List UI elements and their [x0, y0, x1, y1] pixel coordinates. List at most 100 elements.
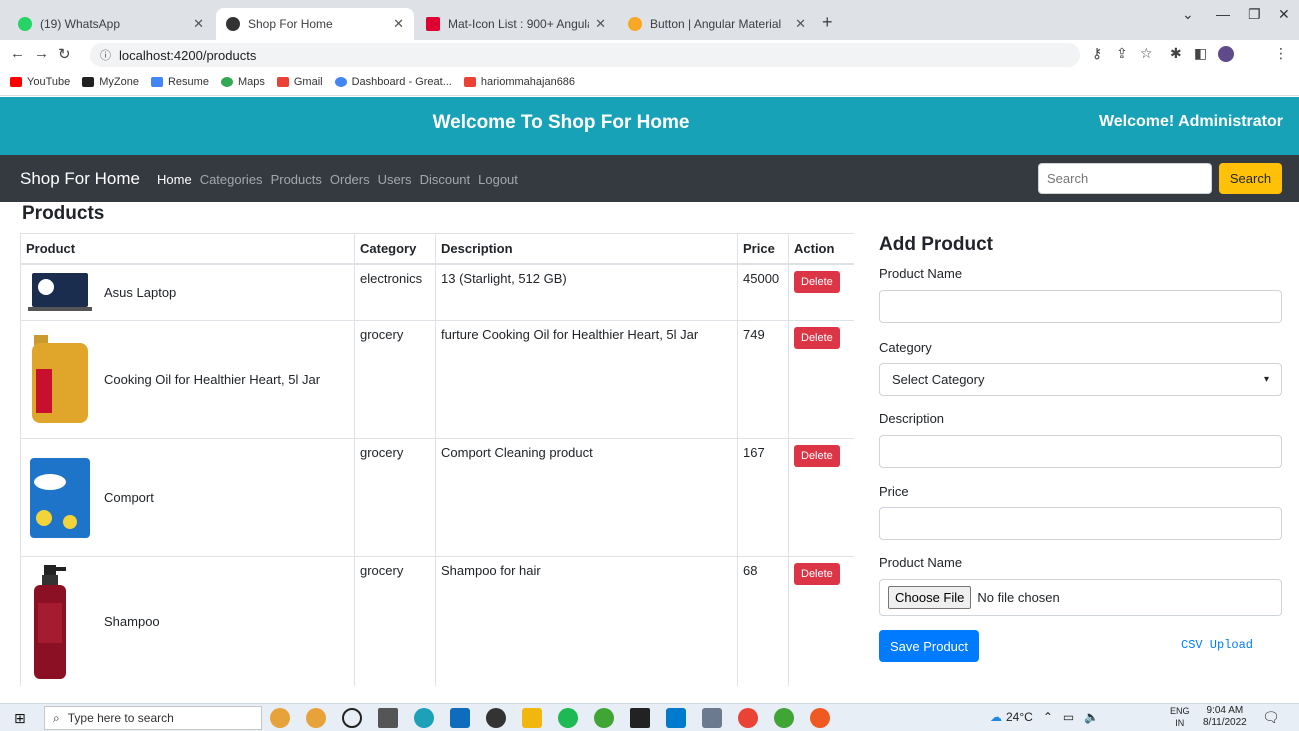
file-explorer-icon[interactable]	[522, 708, 542, 728]
key-icon[interactable]: ⚷	[1092, 45, 1102, 62]
angular-icon	[226, 17, 240, 31]
action-cell: Delete	[788, 263, 854, 321]
delete-button[interactable]: Delete	[794, 444, 840, 467]
taskbar-search[interactable]: ⌕ Type here to search	[44, 706, 262, 730]
cortana-icon[interactable]	[342, 708, 362, 728]
language-indicator[interactable]: ENG IN	[1170, 705, 1190, 729]
notification-icon[interactable]: 🗨	[1262, 709, 1280, 726]
app-icon[interactable]	[774, 708, 794, 728]
nav-categories[interactable]: Categories	[200, 172, 263, 187]
widgets-icon[interactable]	[306, 708, 326, 728]
star-icon[interactable]: ☆	[1140, 45, 1153, 62]
windows-start-icon[interactable]: ⊞	[14, 710, 26, 727]
tab-button-angular-material[interactable]: Button | Angular Material ✕	[618, 8, 816, 40]
chevron-up-icon[interactable]: ⌃	[1043, 710, 1053, 724]
volume-icon[interactable]: 🔈	[1084, 710, 1099, 724]
product-name-input[interactable]	[879, 290, 1282, 323]
nav-discount[interactable]: Discount	[420, 172, 471, 187]
postman-icon[interactable]	[810, 708, 830, 728]
category-cell: grocery	[354, 319, 436, 439]
weather-icon[interactable]: ☁	[990, 710, 1002, 724]
youtube-icon	[10, 76, 22, 87]
temperature[interactable]: 24°C	[1006, 710, 1033, 724]
price-cell: 749	[737, 319, 789, 439]
bookmark-email[interactable]: hariommahajan686	[463, 76, 575, 88]
tab-title: (19) WhatsApp	[40, 17, 121, 31]
bookmark-label: Resume	[167, 75, 209, 88]
edge-icon[interactable]	[414, 708, 434, 728]
nav-users[interactable]: Users	[378, 172, 412, 187]
product-name: Shampoo	[104, 614, 160, 629]
column-header-action: Action	[788, 233, 854, 265]
description-input[interactable]	[879, 435, 1282, 468]
category-select[interactable]: Select Category ▾	[879, 363, 1282, 396]
window-close-icon[interactable]: ✕	[1278, 6, 1290, 23]
close-icon[interactable]: ✕	[595, 16, 606, 32]
close-icon[interactable]: ✕	[193, 16, 204, 32]
minimize-icon[interactable]: —	[1216, 6, 1230, 22]
delete-button[interactable]: Delete	[794, 326, 840, 349]
media-icon[interactable]	[486, 708, 506, 728]
page-title: Products	[22, 203, 105, 224]
close-icon[interactable]: ✕	[795, 16, 806, 32]
tab-mat-icon-list[interactable]: Mat-Icon List : 900+ Angular Ma ✕	[416, 8, 616, 40]
bookmark-maps[interactable]: Maps	[220, 76, 265, 88]
profile-avatar[interactable]	[1218, 46, 1234, 62]
site-info-icon[interactable]: ⓘ	[100, 47, 111, 63]
navbar-brand[interactable]: Shop For Home	[20, 169, 140, 189]
shampoo-bottle-image	[34, 564, 66, 679]
terminal-icon[interactable]	[630, 708, 650, 728]
search-icon: ⌕	[53, 710, 60, 725]
task-view-icon[interactable]	[378, 708, 398, 728]
chrome-icon[interactable]	[738, 708, 758, 728]
app-icon[interactable]	[594, 708, 614, 728]
clock[interactable]: 9:04 AM 8/11/2022	[1203, 705, 1247, 729]
restore-icon[interactable]: ❐	[1248, 6, 1261, 23]
mail-icon[interactable]	[450, 708, 470, 728]
tab-search-icon[interactable]: ⌄	[1182, 6, 1194, 23]
menu-icon[interactable]: ⋮	[1274, 45, 1288, 62]
spotify-icon[interactable]	[558, 708, 578, 728]
bookmark-label: MyZone	[99, 75, 139, 88]
file-status: No file chosen	[977, 590, 1060, 605]
back-icon[interactable]: ←	[10, 45, 25, 62]
search-button[interactable]: Search	[1219, 163, 1282, 194]
bookmarks-bar: YouTube MyZone Resume Maps Gmail Dashboa…	[0, 68, 1299, 96]
delete-button[interactable]: Delete	[794, 562, 840, 585]
nav-orders[interactable]: Orders	[330, 172, 370, 187]
extensions-icon[interactable]: ✱	[1170, 45, 1182, 62]
bookmark-resume[interactable]: Resume	[150, 75, 209, 88]
bookmark-myzone[interactable]: MyZone	[82, 76, 139, 88]
url-bar[interactable]: ⓘ localhost:4200/products	[90, 43, 1080, 67]
header-title: Welcome To Shop For Home	[432, 112, 690, 133]
search-input[interactable]	[1038, 163, 1212, 194]
category-label: Category	[879, 340, 932, 355]
nav-products[interactable]: Products	[271, 172, 322, 187]
tab-shop-for-home[interactable]: Shop For Home ✕	[216, 8, 414, 40]
forward-icon[interactable]: →	[34, 45, 49, 62]
bookmark-dashboard[interactable]: Dashboard - Great...	[334, 76, 452, 88]
save-product-button[interactable]: Save Product	[879, 630, 979, 662]
new-tab-icon[interactable]: +	[822, 12, 833, 33]
bookmark-youtube[interactable]: YouTube	[10, 76, 70, 88]
widgets-icon[interactable]	[270, 708, 290, 728]
bookmark-gmail[interactable]: Gmail	[276, 76, 323, 88]
column-header-description: Description	[435, 233, 738, 265]
vscode-icon[interactable]	[666, 708, 686, 728]
close-icon[interactable]: ✕	[393, 16, 404, 32]
description-cell: 13 (Starlight, 512 GB)	[435, 263, 738, 321]
choose-file-button[interactable]: Choose File	[888, 586, 972, 609]
nav-logout[interactable]: Logout	[478, 172, 518, 187]
price-input[interactable]	[879, 507, 1282, 540]
reload-icon[interactable]: ↻	[58, 45, 71, 63]
network-icon[interactable]: ▭	[1063, 710, 1074, 724]
nav-home[interactable]: Home	[157, 172, 192, 187]
whatsapp-icon	[18, 17, 32, 31]
delete-button[interactable]: Delete	[794, 271, 840, 293]
csv-upload-link[interactable]: CSV Upload	[1181, 638, 1253, 652]
tab-whatsapp[interactable]: (19) WhatsApp ✕	[8, 8, 214, 40]
sidepanel-icon[interactable]: ◧	[1194, 45, 1207, 62]
app-icon[interactable]	[702, 708, 722, 728]
share-icon[interactable]: ⇪	[1116, 45, 1128, 62]
taskbar-apps	[270, 708, 846, 728]
